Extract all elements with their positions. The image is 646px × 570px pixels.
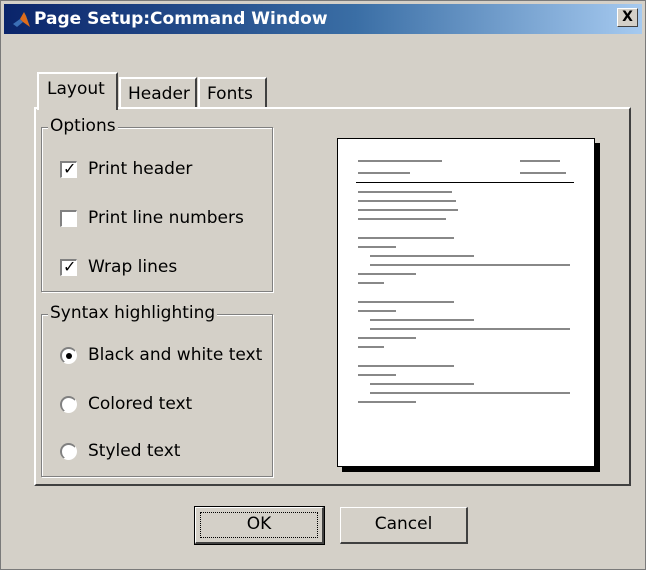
black-and-white-label: Black and white text	[88, 345, 263, 365]
preview-text-line	[358, 310, 396, 312]
tab-header[interactable]: Header	[119, 77, 197, 107]
preview-text-line	[358, 209, 458, 211]
preview-text-line	[370, 319, 474, 321]
preview-text-line	[520, 172, 566, 174]
preview-text-line	[358, 301, 454, 303]
preview-text-line	[358, 365, 454, 367]
matlab-logo-icon	[13, 12, 30, 27]
preview-text-line	[358, 237, 454, 239]
window-title: Page Setup:Command Window	[34, 9, 328, 29]
syntax-highlighting-group: Syntax highlighting Black and white text…	[41, 303, 273, 477]
preview-text-line	[358, 401, 416, 403]
preview-text-line	[358, 337, 416, 339]
colored-text-label: Colored text	[88, 394, 193, 414]
print-line-numbers-label: Print line numbers	[88, 208, 244, 228]
options-group-label: Options	[48, 116, 118, 136]
preview-text-line	[370, 264, 570, 266]
preview-text-line	[358, 374, 396, 376]
preview-text-line	[370, 255, 474, 257]
checkbox-unchecked-icon[interactable]	[60, 210, 77, 227]
tab-fonts[interactable]: Fonts	[198, 77, 267, 107]
preview-text-line	[358, 273, 416, 275]
preview-text-line	[370, 328, 570, 330]
preview-header-rule	[356, 182, 574, 183]
preview-text-line	[358, 191, 452, 193]
print-header-label: Print header	[88, 159, 193, 179]
close-button[interactable]: X	[617, 8, 638, 27]
preview-text-line	[358, 246, 396, 248]
preview-text-line	[358, 346, 384, 348]
preview-text-line	[370, 392, 570, 394]
options-group: Options ✓ Print header Print line number…	[41, 116, 273, 292]
checkbox-checked-icon[interactable]: ✓	[60, 160, 77, 178]
ok-button[interactable]: OK	[194, 506, 325, 545]
page-preview	[337, 138, 595, 467]
preview-text-line	[520, 160, 560, 162]
title-bar[interactable]: Page Setup:Command Window X	[4, 4, 642, 34]
checkbox-checked-icon[interactable]: ✓	[60, 258, 77, 276]
cancel-button[interactable]: Cancel	[340, 507, 468, 544]
preview-text-line	[358, 218, 446, 220]
focus-ring	[200, 512, 318, 538]
preview-text-line	[358, 282, 384, 284]
radio-unselected-icon[interactable]	[60, 396, 77, 413]
preview-text-line	[358, 160, 442, 162]
wrap-lines-label: Wrap lines	[88, 257, 178, 277]
page-setup-dialog: Page Setup:Command Window X Header Fonts…	[0, 0, 646, 570]
tab-layout[interactable]: Layout	[37, 72, 118, 110]
preview-text-line	[358, 172, 410, 174]
preview-text-line	[358, 200, 456, 202]
styled-text-label: Styled text	[88, 441, 181, 461]
preview-text-line	[370, 383, 474, 385]
radio-unselected-icon[interactable]	[60, 443, 77, 460]
syntax-highlighting-group-label: Syntax highlighting	[48, 303, 218, 323]
radio-selected-icon[interactable]	[60, 347, 77, 364]
